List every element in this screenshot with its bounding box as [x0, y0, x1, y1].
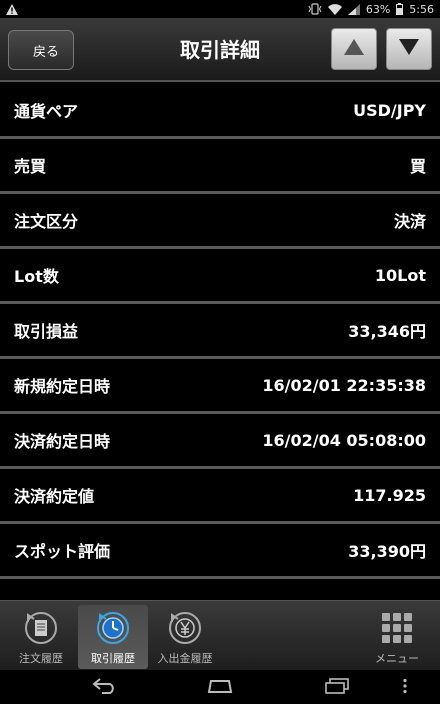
row-close-datetime: 決済約定日時 16/02/04 05:08:00: [0, 414, 440, 469]
system-nav-bar: [0, 670, 440, 704]
row-value: 決済: [393, 212, 426, 231]
status-bar: 63% 5:56: [0, 0, 440, 18]
tab-order-history[interactable]: 注文履歴: [6, 605, 76, 669]
row-lot-count: Lot数 10Lot: [0, 249, 440, 304]
clock: 5:56: [409, 2, 434, 16]
row-label: 通貨ペア: [14, 102, 79, 121]
tab-label: 取引履歴: [91, 652, 135, 665]
header-bar: 戻る 取引詳細: [0, 18, 440, 82]
row-close-price: 決済約定値 117.925: [0, 469, 440, 524]
recents-icon[interactable]: [324, 678, 350, 698]
row-label: 売買: [14, 157, 47, 176]
back-button-label: 戻る: [32, 44, 59, 60]
vibrate-icon: [308, 3, 322, 15]
row-label: 決済約定日時: [14, 432, 111, 451]
bottom-tab-bar: 注文履歴 取引履歴 入出金履歴 メニュー: [0, 600, 440, 670]
warning-icon: [6, 3, 18, 15]
tab-label: 入出金履歴: [157, 652, 213, 665]
previous-record-button[interactable]: [331, 28, 377, 70]
row-value: 16/02/01 22:35:38: [262, 375, 426, 395]
row-label: 注文区分: [14, 212, 79, 231]
row-label: Lot数: [14, 267, 59, 286]
row-value: 33,390円: [348, 542, 426, 561]
row-buy-sell: 売買 買: [0, 139, 440, 194]
row-open-datetime: 新規約定日時 16/02/01 22:35:38: [0, 359, 440, 414]
order-history-icon: [24, 611, 58, 645]
trade-detail-list: 通貨ペア USD/JPY 売買 買 注文区分 決済 Lot数 10Lot 取引損…: [0, 84, 440, 579]
row-value: 33,346円: [348, 322, 426, 341]
row-value: 買: [409, 157, 426, 176]
row-value: 10Lot: [374, 265, 426, 285]
row-value: USD/JPY: [353, 100, 426, 120]
battery-percent: 63%: [365, 2, 391, 16]
row-label: スポット評価: [14, 542, 111, 561]
row-label: 新規約定日時: [14, 377, 111, 396]
signal-icon: [347, 3, 360, 15]
tab-trade-history[interactable]: 取引履歴: [78, 605, 148, 669]
row-label: 決済約定値: [14, 487, 95, 506]
trade-history-icon: [96, 611, 130, 645]
battery-icon: [396, 3, 404, 15]
back-icon[interactable]: [92, 678, 118, 698]
tab-menu[interactable]: メニュー: [362, 605, 432, 669]
tab-label: 注文履歴: [19, 652, 63, 665]
overflow-icon[interactable]: [402, 678, 408, 698]
triangle-down-icon: [399, 39, 419, 59]
row-value: 117.925: [353, 485, 426, 505]
back-button[interactable]: 戻る: [8, 30, 74, 70]
deposit-history-icon: [168, 611, 202, 645]
tab-deposit-history[interactable]: 入出金履歴: [150, 605, 220, 669]
row-value: 16/02/04 05:08:00: [262, 430, 426, 450]
tab-label: メニュー: [375, 652, 419, 665]
triangle-up-icon: [344, 39, 364, 59]
row-currency-pair: 通貨ペア USD/JPY: [0, 84, 440, 139]
next-record-button[interactable]: [386, 28, 432, 70]
row-trade-pnl: 取引損益 33,346円: [0, 304, 440, 359]
row-swap-valuation: スポット評価 33,390円: [0, 524, 440, 579]
wifi-icon: [327, 3, 342, 15]
row-label: 取引損益: [14, 322, 79, 341]
menu-grid-icon: [380, 611, 414, 645]
home-icon[interactable]: [206, 678, 234, 698]
row-order-type: 注文区分 決済: [0, 194, 440, 249]
